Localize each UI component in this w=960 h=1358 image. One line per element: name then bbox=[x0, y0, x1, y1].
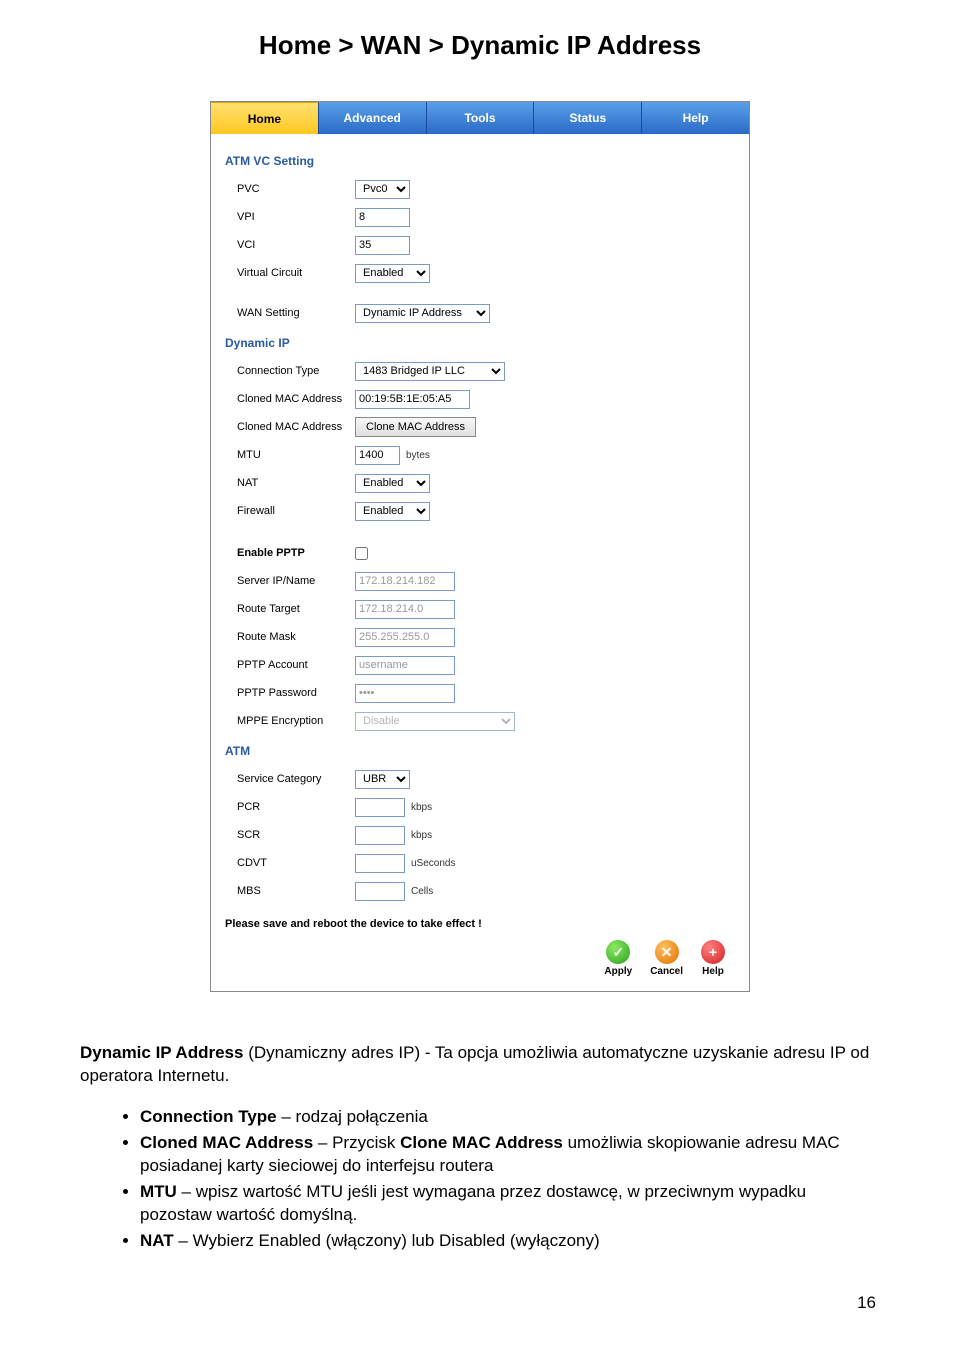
route-target-label: Route Target bbox=[225, 603, 355, 615]
mtu-input[interactable] bbox=[355, 446, 400, 465]
vci-label: VCI bbox=[225, 239, 355, 251]
vpi-input[interactable] bbox=[355, 208, 410, 227]
enable-pptp-checkbox[interactable] bbox=[355, 547, 368, 560]
bullet-connection-type: Connection Type – rodzaj połączenia bbox=[140, 1106, 880, 1129]
route-mask-input bbox=[355, 628, 455, 647]
help-label: Help bbox=[702, 966, 724, 977]
help-button[interactable]: + Help bbox=[701, 940, 725, 977]
cancel-button[interactable]: ✕ Cancel bbox=[650, 940, 683, 977]
save-reboot-note: Please save and reboot the device to tak… bbox=[225, 918, 735, 930]
router-config-panel: Home Advanced Tools Status Help ATM VC S… bbox=[210, 101, 750, 992]
bullet-cloned-mac: Cloned MAC Address – Przycisk Clone MAC … bbox=[140, 1132, 880, 1178]
description-intro: Dynamic IP Address (Dynamiczny adres IP)… bbox=[80, 1042, 880, 1088]
tab-advanced[interactable]: Advanced bbox=[319, 102, 427, 134]
pvc-select[interactable]: Pvc0 bbox=[355, 180, 410, 199]
cdvt-label: CDVT bbox=[225, 857, 355, 869]
mbs-label: MBS bbox=[225, 885, 355, 897]
page-title: Home > WAN > Dynamic IP Address bbox=[80, 30, 880, 61]
cdvt-unit: uSeconds bbox=[411, 858, 455, 869]
cancel-label: Cancel bbox=[650, 966, 683, 977]
vpi-label: VPI bbox=[225, 211, 355, 223]
description-block: Dynamic IP Address (Dynamiczny adres IP)… bbox=[80, 1042, 880, 1253]
route-mask-label: Route Mask bbox=[225, 631, 355, 643]
scr-input[interactable] bbox=[355, 826, 405, 845]
page-number: 16 bbox=[80, 1293, 880, 1313]
tab-home[interactable]: Home bbox=[211, 102, 319, 134]
tab-help[interactable]: Help bbox=[642, 102, 749, 134]
check-icon: ✓ bbox=[606, 940, 630, 964]
mppe-label: MPPE Encryption bbox=[225, 715, 355, 727]
pvc-label: PVC bbox=[225, 183, 355, 195]
nat-label: NAT bbox=[225, 477, 355, 489]
x-icon: ✕ bbox=[655, 940, 679, 964]
vci-input[interactable] bbox=[355, 236, 410, 255]
pptp-password-input bbox=[355, 684, 455, 703]
firewall-select[interactable]: Enabled bbox=[355, 502, 430, 521]
connection-type-select[interactable]: 1483 Bridged IP LLC bbox=[355, 362, 505, 381]
tab-bar: Home Advanced Tools Status Help bbox=[211, 102, 749, 134]
action-buttons: ✓ Apply ✕ Cancel + Help bbox=[225, 940, 735, 977]
mbs-unit: Cells bbox=[411, 886, 433, 897]
plus-icon: + bbox=[701, 940, 725, 964]
scr-label: SCR bbox=[225, 829, 355, 841]
server-ip-label: Server IP/Name bbox=[225, 575, 355, 587]
apply-label: Apply bbox=[604, 966, 632, 977]
service-category-select[interactable]: UBR bbox=[355, 770, 410, 789]
bullet-nat: NAT – Wybierz Enabled (włączony) lub Dis… bbox=[140, 1230, 880, 1253]
cloned-mac-label-2: Cloned MAC Address bbox=[225, 421, 355, 433]
clone-mac-button[interactable]: Clone MAC Address bbox=[355, 417, 476, 437]
service-category-label: Service Category bbox=[225, 773, 355, 785]
wan-setting-select[interactable]: Dynamic IP Address bbox=[355, 304, 490, 323]
bullet-mtu: MTU – wpisz wartość MTU jeśli jest wymag… bbox=[140, 1181, 880, 1227]
scr-unit: kbps bbox=[411, 830, 432, 841]
tab-status[interactable]: Status bbox=[534, 102, 642, 134]
section-atm-vc: ATM VC Setting bbox=[225, 154, 735, 168]
section-atm: ATM bbox=[225, 744, 735, 758]
pcr-label: PCR bbox=[225, 801, 355, 813]
section-dynamic-ip: Dynamic IP bbox=[225, 336, 735, 350]
tab-tools[interactable]: Tools bbox=[427, 102, 535, 134]
mbs-input[interactable] bbox=[355, 882, 405, 901]
server-ip-input bbox=[355, 572, 455, 591]
wan-setting-label: WAN Setting bbox=[225, 307, 355, 319]
route-target-input bbox=[355, 600, 455, 619]
mtu-unit: bytes bbox=[406, 450, 430, 461]
mppe-select: Disable bbox=[355, 712, 515, 731]
bullet-list: Connection Type – rodzaj połączenia Clon… bbox=[80, 1106, 880, 1253]
pptp-account-input bbox=[355, 656, 455, 675]
cloned-mac-input[interactable] bbox=[355, 390, 470, 409]
apply-button[interactable]: ✓ Apply bbox=[604, 940, 632, 977]
pptp-password-label: PPTP Password bbox=[225, 687, 355, 699]
mtu-label: MTU bbox=[225, 449, 355, 461]
pptp-account-label: PPTP Account bbox=[225, 659, 355, 671]
intro-bold: Dynamic IP Address bbox=[80, 1043, 243, 1062]
virtual-circuit-select[interactable]: Enabled bbox=[355, 264, 430, 283]
firewall-label: Firewall bbox=[225, 505, 355, 517]
pcr-input[interactable] bbox=[355, 798, 405, 817]
nat-select[interactable]: Enabled bbox=[355, 474, 430, 493]
enable-pptp-label: Enable PPTP bbox=[225, 547, 355, 559]
virtual-circuit-label: Virtual Circuit bbox=[225, 267, 355, 279]
cdvt-input[interactable] bbox=[355, 854, 405, 873]
cloned-mac-label-1: Cloned MAC Address bbox=[225, 393, 355, 405]
connection-type-label: Connection Type bbox=[225, 365, 355, 377]
pcr-unit: kbps bbox=[411, 802, 432, 813]
